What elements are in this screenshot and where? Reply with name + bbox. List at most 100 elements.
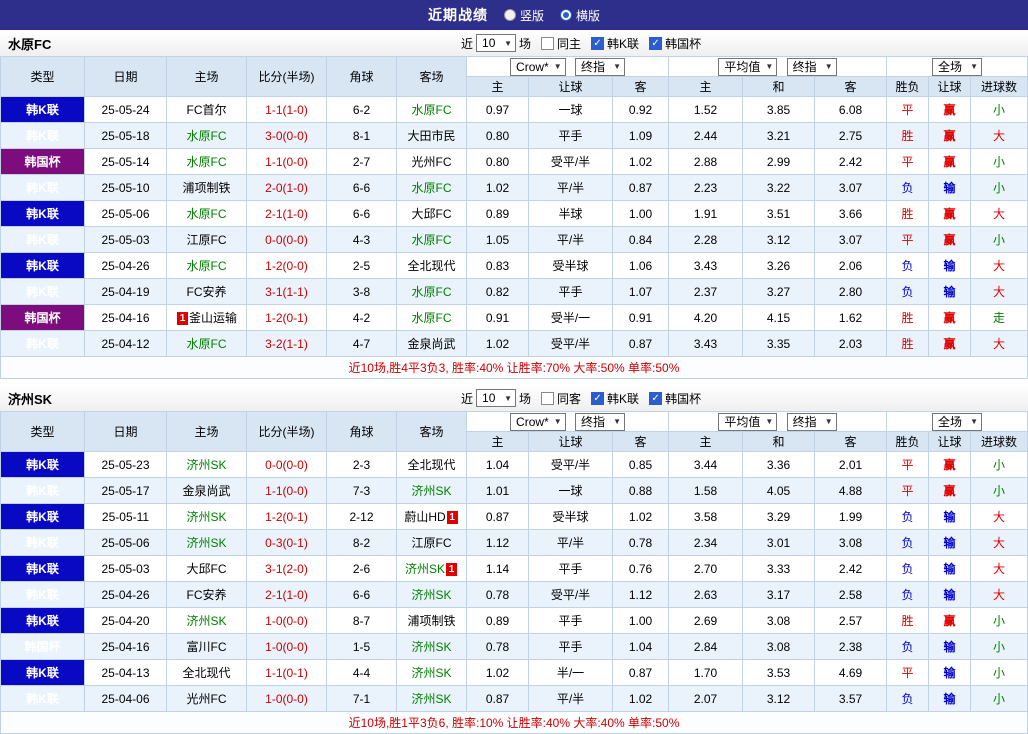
period-select[interactable]: 全场 ▼	[932, 58, 982, 76]
match-count-select[interactable]: 10 ▼	[476, 389, 516, 407]
asia-home-odds-cell: 1.02	[467, 175, 529, 201]
team-link[interactable]: 光州FC	[187, 692, 227, 706]
corner-cell: 8-7	[327, 608, 397, 634]
period-select[interactable]: 全场 ▼	[932, 413, 982, 431]
team-link[interactable]: 水原FC	[187, 155, 227, 169]
league-cup-checkbox[interactable]: ✓	[649, 37, 662, 50]
team-link[interactable]: FC安养	[187, 285, 227, 299]
team-link[interactable]: 济州SK	[411, 588, 451, 602]
team-link[interactable]: 釜山运输	[189, 311, 237, 325]
team-link[interactable]: 济州SK	[186, 458, 226, 472]
bookmaker-select[interactable]: Crow* ▼	[510, 58, 566, 76]
score-cell: 0-0(0-0)	[247, 227, 327, 253]
europe-away-odds-cell: 2.42	[815, 556, 887, 582]
league-k-checkbox[interactable]: ✓	[591, 37, 604, 50]
bookmaker-select[interactable]: Crow* ▼	[510, 413, 566, 431]
team-link[interactable]: 水原FC	[412, 233, 452, 247]
europe-away-odds-cell: 1.62	[815, 305, 887, 331]
league-k-checkbox[interactable]: ✓	[591, 392, 604, 405]
team-link[interactable]: 济州SK	[186, 510, 226, 524]
europe-away-odds-cell: 2.57	[815, 608, 887, 634]
europe-draw-odds-cell: 3.22	[743, 175, 815, 201]
europe-odds-type-select[interactable]: 终指 ▼	[787, 58, 837, 76]
date-cell: 25-05-10	[85, 175, 167, 201]
col-goals-header: 进球数	[971, 432, 1028, 452]
goals-result-cell: 小	[971, 227, 1028, 253]
home-team-cell: 水原FC	[167, 149, 247, 175]
asia-away-odds-cell: 0.88	[613, 478, 669, 504]
team-link[interactable]: 光州FC	[412, 155, 452, 169]
match-count-select[interactable]: 10 ▼	[476, 34, 516, 52]
match-row: 韩K联25-04-19FC安养3-1(1-1)3-8水原FC0.82平手1.07…	[1, 279, 1028, 305]
team-link[interactable]: 江原FC	[187, 233, 227, 247]
europe-odds-dropdowns: 平均值 ▼ 终指 ▼	[669, 412, 887, 432]
handicap-result-cell: 输	[929, 279, 971, 305]
away-team-cell: 济州SK	[397, 582, 467, 608]
away-team-cell: 水原FC	[397, 175, 467, 201]
page-title: 近期战绩	[428, 5, 488, 25]
team-link[interactable]: 蔚山HD	[404, 510, 445, 524]
team-link[interactable]: 水原FC	[412, 181, 452, 195]
europe-away-odds-cell: 2.75	[815, 123, 887, 149]
handicap-result-cell: 输	[929, 253, 971, 279]
result-cell: 平	[887, 149, 929, 175]
team-link[interactable]: 济州SK	[411, 640, 451, 654]
team-link[interactable]: 大田市民	[407, 129, 455, 143]
asia-home-odds-cell: 1.12	[467, 530, 529, 556]
team-link[interactable]: 浦项制铁	[407, 614, 455, 628]
team-link[interactable]: 济州SK	[405, 562, 445, 576]
team-link[interactable]: 全北现代	[407, 458, 455, 472]
handicap-result-cell: 赢	[929, 478, 971, 504]
team-link[interactable]: 济州SK	[411, 484, 451, 498]
team-link[interactable]: 水原FC	[187, 207, 227, 221]
same-venue-checkbox[interactable]	[541, 392, 554, 405]
team-link[interactable]: 富川FC	[187, 640, 227, 654]
team-link[interactable]: FC安养	[187, 588, 227, 602]
team-link[interactable]: 全北现代	[182, 666, 230, 680]
result-cell: 平	[887, 452, 929, 478]
team-link[interactable]: 水原FC	[412, 311, 452, 325]
layout-horizontal-radio[interactable]: 横版	[560, 7, 600, 24]
team-sections: 水原FC 近 10 ▼ 场 同主 ✓ 韩K联 ✓ 韩国杯	[0, 30, 1028, 734]
team-link[interactable]: 金泉尚武	[182, 484, 230, 498]
team-link[interactable]: 水原FC	[187, 259, 227, 273]
corner-cell: 4-4	[327, 660, 397, 686]
europe-average-select[interactable]: 平均值 ▼	[718, 58, 777, 76]
score-cell: 1-1(1-0)	[247, 97, 327, 123]
team-link[interactable]: 水原FC	[412, 103, 452, 117]
team-link[interactable]: 全北现代	[407, 259, 455, 273]
asia-odds-type-select[interactable]: 终指 ▼	[575, 58, 625, 76]
europe-draw-odds-cell: 3.08	[743, 608, 815, 634]
team-link[interactable]: 水原FC	[187, 129, 227, 143]
team-link[interactable]: 济州SK	[411, 692, 451, 706]
away-team-cell: 全北现代	[397, 253, 467, 279]
team-link[interactable]: 水原FC	[412, 285, 452, 299]
layout-vertical-radio[interactable]: 竖版	[504, 7, 544, 24]
games-label: 场	[519, 35, 531, 52]
chevron-down-icon: ▼	[825, 417, 833, 426]
team-link[interactable]: 济州SK	[411, 666, 451, 680]
same-venue-checkbox[interactable]	[541, 37, 554, 50]
asia-home-odds-cell: 1.04	[467, 452, 529, 478]
league-cup-label: 韩国杯	[665, 390, 701, 407]
team-link[interactable]: 金泉尚武	[407, 337, 455, 351]
league-cup-checkbox[interactable]: ✓	[649, 392, 662, 405]
asia-home-odds-cell: 1.14	[467, 556, 529, 582]
date-cell: 25-05-23	[85, 452, 167, 478]
europe-odds-type-select[interactable]: 终指 ▼	[787, 413, 837, 431]
europe-average-select[interactable]: 平均值 ▼	[718, 413, 777, 431]
asia-odds-type-select[interactable]: 终指 ▼	[575, 413, 625, 431]
team-link[interactable]: 江原FC	[412, 536, 452, 550]
away-team-cell: 江原FC	[397, 530, 467, 556]
result-cell: 平	[887, 227, 929, 253]
asia-handicap-cell: 平手	[529, 123, 613, 149]
team-link[interactable]: FC首尔	[187, 103, 227, 117]
team-link[interactable]: 济州SK	[186, 614, 226, 628]
team-link[interactable]: 济州SK	[186, 536, 226, 550]
team-link[interactable]: 浦项制铁	[182, 181, 230, 195]
league-cell: 韩K联	[1, 582, 85, 608]
team-link[interactable]: 水原FC	[187, 337, 227, 351]
team-link[interactable]: 大邱FC	[412, 207, 452, 221]
team-link[interactable]: 大邱FC	[187, 562, 227, 576]
corner-cell: 2-7	[327, 149, 397, 175]
